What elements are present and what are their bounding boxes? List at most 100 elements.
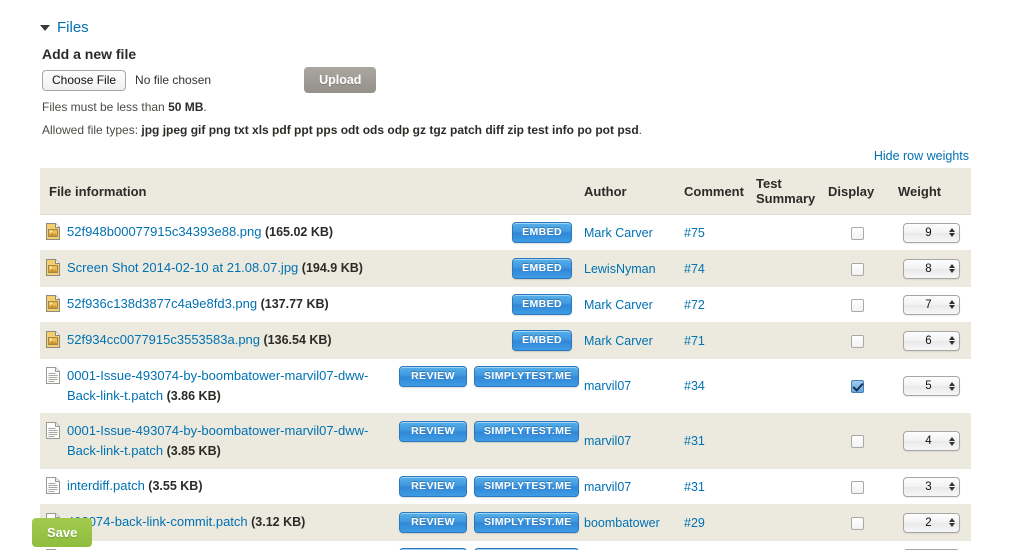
- table-row: 52f936c138d3877c4a9e8fd3.png (137.77 KB)…: [40, 286, 971, 323]
- display-cell: [822, 286, 892, 323]
- display-checkbox[interactable]: [850, 334, 864, 348]
- comment-link[interactable]: #34: [684, 379, 705, 393]
- weight-value: 8: [925, 262, 932, 275]
- simplytest-me-button[interactable]: SIMPLYTEST.ME: [474, 421, 579, 442]
- embed-button[interactable]: EMBED: [512, 258, 572, 279]
- author-link[interactable]: LewisNyman: [584, 262, 656, 276]
- file-action-buttons: EMBED: [502, 294, 572, 315]
- display-checkbox[interactable]: [850, 298, 864, 312]
- files-table-body: 52f948b00077915c34393e88.png (165.02 KB)…: [40, 214, 971, 550]
- simplytest-me-button[interactable]: SIMPLYTEST.ME: [474, 476, 579, 497]
- max-size-note-suffix: .: [203, 100, 207, 114]
- display-checkbox[interactable]: [850, 380, 864, 394]
- display-cell: [822, 250, 892, 287]
- stepper-arrows-icon[interactable]: [949, 264, 955, 273]
- weight-select[interactable]: 7: [903, 294, 960, 315]
- file-name-link[interactable]: 52f934cc0077915c3553583a.png: [67, 332, 260, 347]
- weight-select[interactable]: 4: [903, 431, 960, 451]
- weight-value: 6: [925, 334, 932, 347]
- stepper-arrows-icon[interactable]: [949, 436, 955, 446]
- upload-button[interactable]: Upload: [304, 67, 377, 93]
- file-name-link[interactable]: 493074-back-link-commit.patch: [67, 514, 248, 529]
- comment-link[interactable]: #29: [684, 516, 705, 530]
- file-information-cell: 52f934cc0077915c3553583a.png (136.54 KB)…: [40, 322, 578, 359]
- review-button[interactable]: REVIEW: [399, 512, 467, 533]
- upload-row: Choose File No file chosen Upload: [42, 67, 971, 93]
- test-summary-cell: [750, 358, 822, 414]
- stepper-arrows-icon[interactable]: [949, 336, 955, 345]
- weight-select[interactable]: 3: [903, 476, 960, 497]
- author-link[interactable]: boombatower: [584, 516, 660, 530]
- stepper-arrows-icon[interactable]: [949, 482, 955, 491]
- embed-button[interactable]: EMBED: [512, 294, 572, 315]
- file-action-buttons: EMBED: [502, 222, 572, 243]
- weight-select[interactable]: 5: [903, 376, 960, 396]
- weight-select[interactable]: 8: [903, 258, 960, 279]
- file-action-buttons: EMBED: [502, 258, 572, 279]
- weight-select[interactable]: 6: [903, 330, 960, 351]
- image-file-icon: [46, 331, 60, 348]
- author-link[interactable]: Mark Carver: [584, 334, 653, 348]
- weight-value: 4: [925, 435, 932, 447]
- weight-select[interactable]: 9: [903, 222, 960, 243]
- display-checkbox[interactable]: [850, 516, 864, 530]
- author-link[interactable]: Mark Carver: [584, 226, 653, 240]
- stepper-arrows-icon[interactable]: [949, 228, 955, 237]
- stepper-arrows-icon[interactable]: [949, 381, 955, 391]
- comment-link[interactable]: #72: [684, 298, 705, 312]
- display-cell: [822, 322, 892, 359]
- patch-file-icon: [46, 477, 60, 494]
- author-link[interactable]: marvil07: [584, 434, 631, 448]
- display-cell: [822, 468, 892, 505]
- author-link[interactable]: Mark Carver: [584, 298, 653, 312]
- review-button[interactable]: REVIEW: [399, 476, 467, 497]
- display-checkbox[interactable]: [850, 435, 864, 449]
- file-information-cell: 493074-back-link-commit.patch (2.24 KB)R…: [40, 540, 579, 550]
- author-link[interactable]: marvil07: [584, 379, 631, 393]
- weight-cell: 5: [892, 358, 971, 414]
- save-button[interactable]: Save: [32, 518, 93, 547]
- display-checkbox[interactable]: [850, 480, 864, 494]
- comment-link[interactable]: #31: [684, 434, 705, 448]
- file-name-link[interactable]: 52f936c138d3877c4a9e8fd3.png: [67, 296, 257, 311]
- file-name-link[interactable]: Screen Shot 2014-02-10 at 21.08.07.jpg: [67, 260, 298, 275]
- file-action-buttons: REVIEW SIMPLYTEST.ME: [389, 366, 579, 387]
- file-information-cell: interdiff.patch (3.55 KB) REVIEW SIMPLYTES…: [40, 468, 579, 505]
- table-row: 0001-Issue-493074-by-boombatower-marvil0…: [40, 358, 971, 414]
- embed-button[interactable]: EMBED: [512, 222, 572, 243]
- file-size: (137.77 KB): [260, 297, 329, 311]
- triangle-down-icon[interactable]: [40, 25, 50, 31]
- files-table: File information Author Comment Test Sum…: [40, 168, 971, 550]
- simplytest-me-button[interactable]: SIMPLYTEST.ME: [474, 512, 579, 533]
- stepper-arrows-icon[interactable]: [949, 300, 955, 309]
- file-action-buttons: REVIEW SIMPLYTEST.ME: [389, 512, 579, 533]
- review-button[interactable]: REVIEW: [399, 421, 467, 442]
- allowed-types-value: jpg jpeg gif png txt xls pdf ppt pps odt…: [141, 123, 639, 137]
- allowed-types-prefix: Allowed file types:: [42, 123, 142, 137]
- stepper-arrows-icon[interactable]: [949, 518, 955, 527]
- hide-row-weights-link[interactable]: Hide row weights: [874, 149, 969, 163]
- review-button[interactable]: REVIEW: [399, 366, 467, 387]
- comment-link[interactable]: #74: [684, 262, 705, 276]
- comment-cell: #34: [678, 358, 750, 414]
- simplytest-me-button[interactable]: SIMPLYTEST.ME: [474, 366, 579, 387]
- file-name-link[interactable]: 52f948b00077915c34393e88.png: [67, 224, 261, 239]
- comment-link[interactable]: #75: [684, 226, 705, 240]
- display-checkbox[interactable]: [850, 262, 864, 276]
- files-fieldset-legend[interactable]: Files: [40, 16, 971, 38]
- weight-select[interactable]: 2: [903, 512, 960, 533]
- file-name-link[interactable]: interdiff.patch: [67, 478, 145, 493]
- comment-link[interactable]: #31: [684, 480, 705, 494]
- header-weight: Weight: [892, 168, 971, 215]
- weight-cell: 4: [892, 413, 971, 469]
- file-size: (3.85 KB): [166, 444, 221, 458]
- files-legend-label[interactable]: Files: [57, 19, 89, 36]
- comment-cell: #75: [678, 214, 750, 251]
- test-summary-cell: [750, 286, 822, 323]
- comment-link[interactable]: #71: [684, 334, 705, 348]
- display-checkbox[interactable]: [850, 226, 864, 240]
- author-link[interactable]: marvil07: [584, 480, 631, 494]
- header-test-summary: Test Summary: [750, 168, 822, 215]
- choose-file-button[interactable]: Choose File: [42, 69, 127, 91]
- embed-button[interactable]: EMBED: [512, 330, 572, 351]
